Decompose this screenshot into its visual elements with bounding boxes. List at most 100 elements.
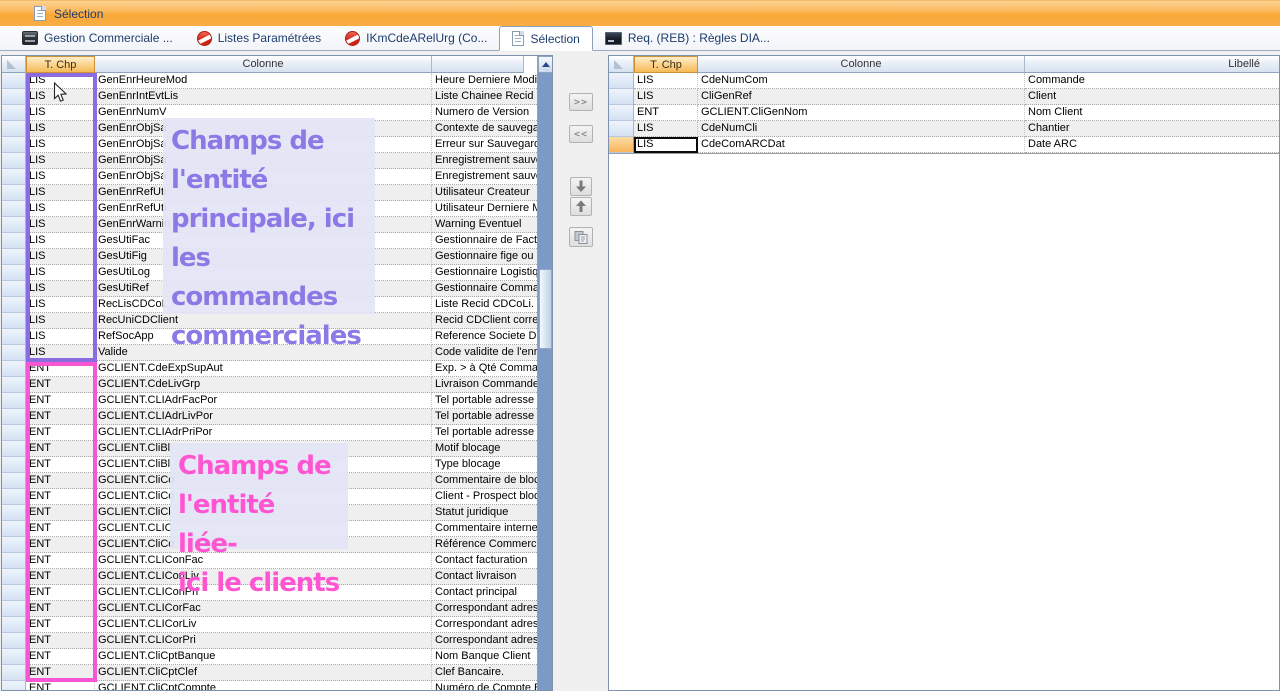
table-row[interactable]: ENTGCLIENT.CliCptBanqueNom Banque Client	[2, 649, 537, 665]
type-cell[interactable]: LIS	[26, 121, 95, 137]
column-cell[interactable]: GCLIENT.CliCl	[95, 505, 432, 521]
label-cell[interactable]: Commentaire interne	[432, 521, 539, 537]
table-row[interactable]: ENTGCLIENT.CLIConLivContact livraison	[2, 569, 537, 585]
table-row[interactable]: LISRecUniCDClientRecid CDClient correspo	[2, 313, 537, 329]
label-cell[interactable]: Contact principal	[432, 585, 539, 601]
row-selector[interactable]	[2, 521, 26, 537]
table-row[interactable]: LISCliGenRefClient	[609, 89, 1279, 105]
table-row[interactable]: ENTGCLIENT.CLIAdrFacPorTel portable adre…	[2, 393, 537, 409]
label-cell[interactable]: Tel portable adresse livr	[432, 409, 539, 425]
column-cell[interactable]: GCLIENT.CLICorLiv	[95, 617, 432, 633]
label-cell[interactable]: Gestionnaire Logistique	[432, 265, 539, 281]
scrollbar-thumb[interactable]	[539, 269, 552, 349]
left-header-type[interactable]: T. Chp	[26, 56, 95, 73]
label-cell[interactable]: Gestionnaire Commande	[432, 281, 539, 297]
row-selector[interactable]	[2, 169, 26, 185]
label-cell[interactable]: Enregistrement sauvega	[432, 169, 539, 185]
column-cell[interactable]: RecUniCDClient	[95, 313, 432, 329]
type-cell[interactable]: ENT	[26, 649, 95, 665]
label-cell[interactable]: Référence Commercial	[432, 537, 539, 553]
right-header-column[interactable]: Colonne	[698, 56, 1025, 73]
move-up-button[interactable]	[570, 197, 592, 216]
type-cell[interactable]: LIS	[26, 281, 95, 297]
right-header-type[interactable]: T. Chp	[634, 56, 698, 73]
column-cell[interactable]: GCLIENT.CLIConPri	[95, 585, 432, 601]
type-cell[interactable]: ENT	[26, 585, 95, 601]
label-cell[interactable]: Warning Eventuel	[432, 217, 539, 233]
column-cell[interactable]: GCLIENT.CLIConFac	[95, 553, 432, 569]
type-cell[interactable]: LIS	[26, 169, 95, 185]
type-cell[interactable]: LIS	[26, 73, 95, 89]
table-row[interactable]: LISGesUtiLogGestionnaire Logistique	[2, 265, 537, 281]
table-row[interactable]: LISGesUtiFigGestionnaire fige ou nor	[2, 249, 537, 265]
label-cell[interactable]: Exp. > à Qté Commandé	[432, 361, 539, 377]
column-cell[interactable]: GCLIENT.CLIAdrPriPor	[95, 425, 432, 441]
left-header-label[interactable]	[432, 56, 524, 73]
row-selector[interactable]	[2, 633, 26, 649]
table-row[interactable]: LISGenEnrObjSaEnregistrement sauvega	[2, 153, 537, 169]
row-selector[interactable]	[2, 329, 26, 345]
label-cell[interactable]: Liste Recid CDCoLi.	[432, 297, 539, 313]
row-selector[interactable]	[2, 89, 26, 105]
type-cell[interactable]: ENT	[26, 601, 95, 617]
table-row[interactable]: ENTGCLIENT.CliCoRéférence Commercial	[2, 537, 537, 553]
table-row[interactable]: ENTGCLIENT.CliBlMotif blocage	[2, 441, 537, 457]
column-cell[interactable]: GesUtiFig	[95, 249, 432, 265]
label-cell[interactable]: Tel portable adresse fac	[432, 393, 539, 409]
type-cell[interactable]: LIS	[26, 345, 95, 361]
column-cell[interactable]: GCLIENT.CliCptBanque	[95, 649, 432, 665]
column-cell[interactable]: GCLIENT.CdeExpSupAut	[95, 361, 432, 377]
column-cell[interactable]: GenEnrNumV	[95, 105, 432, 121]
row-selector[interactable]	[2, 73, 26, 89]
label-cell[interactable]: Utilisateur Derniere Mod	[432, 201, 539, 217]
label-cell[interactable]: Correspondant adresse	[432, 601, 539, 617]
tab-s-lection[interactable]: Sélection	[499, 26, 592, 51]
column-cell[interactable]: CdeComARCDat	[698, 137, 1025, 153]
type-cell[interactable]: LIS	[26, 329, 95, 345]
column-cell[interactable]: GesUtiRef	[95, 281, 432, 297]
table-row[interactable]: LISGenEnrRefUtiUtilisateur Derniere Mod	[2, 201, 537, 217]
type-cell[interactable]: ENT	[26, 393, 95, 409]
label-cell[interactable]: Statut juridique	[432, 505, 539, 521]
row-selector[interactable]	[2, 601, 26, 617]
type-cell[interactable]: ENT	[26, 665, 95, 681]
label-cell[interactable]: Commande	[1025, 73, 1280, 89]
row-selector[interactable]	[2, 425, 26, 441]
type-cell[interactable]: LIS	[634, 73, 698, 89]
type-cell[interactable]: ENT	[26, 489, 95, 505]
table-row[interactable]: LISGesUtiFacGestionnaire de Factura	[2, 233, 537, 249]
type-cell[interactable]: LIS	[26, 89, 95, 105]
type-cell[interactable]: ENT	[26, 505, 95, 521]
label-cell[interactable]: Livraison Commande Gr	[432, 377, 539, 393]
row-selector[interactable]	[609, 137, 634, 153]
type-cell[interactable]: ENT	[26, 377, 95, 393]
row-selector[interactable]	[2, 185, 26, 201]
type-cell[interactable]: LIS	[26, 105, 95, 121]
column-cell[interactable]: GCLIENT.CliBl	[95, 457, 432, 473]
label-cell[interactable]: Reference Societe Diap	[432, 329, 539, 345]
column-cell[interactable]: GCLIENT.CLIAdrLivPor	[95, 409, 432, 425]
type-cell[interactable]: ENT	[26, 441, 95, 457]
column-cell[interactable]: GenEnrObjSa	[95, 121, 432, 137]
column-cell[interactable]: CliGenRef	[698, 89, 1025, 105]
table-row[interactable]: ENTGCLIENT.CLIAdrPriPorTel portable adre…	[2, 425, 537, 441]
label-cell[interactable]: Gestionnaire fige ou nor	[432, 249, 539, 265]
row-selector[interactable]	[609, 105, 634, 121]
column-cell[interactable]: CdeNumCli	[698, 121, 1025, 137]
label-cell[interactable]: Contact facturation	[432, 553, 539, 569]
row-selector[interactable]	[2, 665, 26, 681]
type-cell[interactable]: LIS	[26, 185, 95, 201]
table-row[interactable]: LISGenEnrObjSaEnregistrement sauvega	[2, 169, 537, 185]
row-selector[interactable]	[2, 233, 26, 249]
table-row[interactable]: LISGenEnrRefUtiUtilisateur Createur	[2, 185, 537, 201]
label-cell[interactable]: Nom Banque Client	[432, 649, 539, 665]
table-row[interactable]: LISGenEnrObjSaErreur sur Sauvegarde c	[2, 137, 537, 153]
label-cell[interactable]: Commentaire de blocage	[432, 473, 539, 489]
column-cell[interactable]: GenEnrRefUti	[95, 185, 432, 201]
table-row[interactable]: ENTGCLIENT.CliCptCompteNuméro de Compte …	[2, 681, 537, 691]
table-row[interactable]: LISGenEnrWarninWarning Eventuel	[2, 217, 537, 233]
column-cell[interactable]: GCLIENT.CliGenNom	[698, 105, 1025, 121]
table-row[interactable]: LISRefSocAppReference Societe Diap	[2, 329, 537, 345]
row-selector[interactable]	[2, 281, 26, 297]
column-cell[interactable]: GCLIENT.CliCo	[95, 489, 432, 505]
